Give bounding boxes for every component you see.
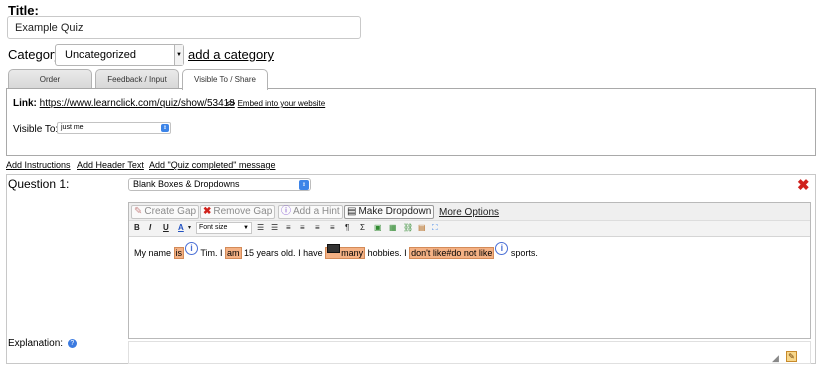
add-quiz-completed-link[interactable]: Add "Quiz completed" message bbox=[149, 160, 275, 170]
gap-dont-like[interactable]: don't like#do not like bbox=[409, 247, 495, 259]
question-mark-icon[interactable]: ? bbox=[67, 338, 77, 348]
content-text: 15 years old. I have bbox=[241, 248, 326, 258]
tab-order[interactable]: Order bbox=[8, 69, 92, 89]
dropdown-icon: ▤ bbox=[347, 206, 357, 217]
embed-link[interactable]: Embed into your website bbox=[238, 99, 326, 108]
link-label: Link: bbox=[13, 98, 37, 109]
dropdown-icon bbox=[327, 244, 341, 253]
category-select-value: Uncategorized bbox=[65, 49, 136, 61]
add-hint-button[interactable]: ⓘ Add a Hint bbox=[278, 205, 343, 219]
paragraph-icon[interactable]: ¶ bbox=[345, 223, 349, 233]
underline-button[interactable]: U bbox=[163, 223, 169, 233]
select-stepper-icon: ⇕ bbox=[299, 180, 309, 190]
category-select[interactable]: Uncategorized ▼ bbox=[55, 44, 184, 66]
question-content[interactable]: My name is i Tim. I am 15 years old. I ha… bbox=[134, 242, 538, 260]
numbered-list-icon[interactable]: ☰ bbox=[271, 223, 278, 233]
visible-to-select[interactable]: just me ⇕ bbox=[57, 122, 171, 134]
add-category-link[interactable]: add a category bbox=[188, 47, 274, 62]
link-row: Link: https://www.learnclick.com/quiz/sh… bbox=[13, 98, 235, 109]
font-size-select[interactable]: Font size ▼ bbox=[196, 222, 252, 234]
sigma-icon[interactable]: Σ bbox=[360, 223, 365, 233]
make-dropdown-button[interactable]: ▤ Make Dropdown bbox=[344, 205, 435, 219]
gap-is[interactable]: is bbox=[173, 247, 185, 259]
dropdown-gap-many[interactable]: many bbox=[325, 244, 366, 259]
embed-row: <> Embed into your website bbox=[226, 99, 325, 108]
add-instructions-link[interactable]: Add Instructions bbox=[6, 160, 71, 170]
font-color-button[interactable]: A bbox=[178, 223, 184, 233]
chevron-down-icon: ▼ bbox=[174, 45, 183, 65]
align-center-icon[interactable]: ≡ bbox=[300, 223, 305, 233]
explanation-label: Explanation: bbox=[8, 338, 64, 349]
chevron-down-icon: ▼ bbox=[243, 225, 249, 231]
content-text: sports. bbox=[508, 248, 538, 258]
dropdown-gap-label: many bbox=[341, 248, 364, 258]
question-type-value: Blank Boxes & Dropdowns bbox=[133, 179, 240, 189]
visible-to-value: just me bbox=[61, 124, 84, 131]
make-dropdown-label: Make Dropdown bbox=[358, 206, 432, 217]
fullscreen-icon[interactable]: ⛶ bbox=[432, 223, 438, 233]
content-text: hobbies. I bbox=[365, 248, 410, 258]
remove-gap-label: Remove Gap bbox=[213, 206, 273, 217]
select-stepper-icon: ⇕ bbox=[161, 124, 169, 132]
font-size-value: Font size bbox=[199, 224, 228, 231]
tab-visible-to-share[interactable]: Visible To / Share bbox=[182, 69, 268, 90]
visible-to-label: Visible To: bbox=[13, 124, 59, 135]
delete-question-icon[interactable]: ✖ bbox=[797, 176, 810, 194]
align-left-icon[interactable]: ≡ bbox=[286, 223, 291, 233]
align-justify-icon[interactable]: ≡ bbox=[330, 223, 335, 233]
bold-button[interactable]: B bbox=[134, 223, 140, 233]
insert-image-icon[interactable]: ▣ bbox=[374, 223, 382, 233]
quiz-link[interactable]: https://www.learnclick.com/quiz/show/534… bbox=[40, 98, 235, 109]
content-text: My name bbox=[134, 248, 174, 258]
add-header-text-link[interactable]: Add Header Text bbox=[77, 160, 144, 170]
align-right-icon[interactable]: ≡ bbox=[315, 223, 320, 233]
paste-icon[interactable]: ▤ bbox=[418, 223, 426, 233]
bullet-list-icon[interactable]: ☰ bbox=[257, 223, 264, 233]
question-label: Question 1: bbox=[8, 177, 70, 191]
resize-grip-icon[interactable]: ◢ bbox=[772, 353, 779, 364]
embed-code-icon: <> bbox=[226, 99, 236, 108]
add-hint-label: Add a Hint bbox=[293, 206, 340, 217]
explanation-input[interactable] bbox=[128, 341, 811, 364]
explanation-row: Explanation: ? bbox=[8, 338, 77, 349]
insert-table-icon[interactable]: ▦ bbox=[389, 223, 397, 233]
more-options-link[interactable]: More Options bbox=[439, 207, 499, 218]
gap-am[interactable]: am bbox=[225, 247, 242, 259]
pencil-icon: ✎ bbox=[134, 206, 143, 217]
remove-gap-button[interactable]: ✖ Remove Gap bbox=[200, 205, 276, 219]
create-gap-label: Create Gap bbox=[144, 206, 197, 217]
edit-icon[interactable]: ✎ bbox=[786, 351, 797, 362]
remove-x-icon: ✖ bbox=[203, 206, 212, 217]
tab-feedback-input[interactable]: Feedback / Input bbox=[95, 69, 179, 89]
question-type-select[interactable]: Blank Boxes & Dropdowns ⇕ bbox=[128, 178, 311, 191]
content-text: Tim. I bbox=[198, 248, 226, 258]
create-gap-button[interactable]: ✎ Create Gap bbox=[131, 205, 200, 219]
info-icon[interactable]: i bbox=[495, 242, 509, 255]
info-icon: ⓘ bbox=[281, 206, 291, 217]
info-icon[interactable]: i bbox=[185, 242, 199, 255]
insert-link-icon[interactable]: ⛓ bbox=[403, 223, 413, 233]
font-color-chevron-icon[interactable]: ▾ bbox=[188, 223, 191, 233]
italic-button[interactable]: I bbox=[149, 223, 151, 233]
title-input[interactable] bbox=[7, 16, 361, 39]
